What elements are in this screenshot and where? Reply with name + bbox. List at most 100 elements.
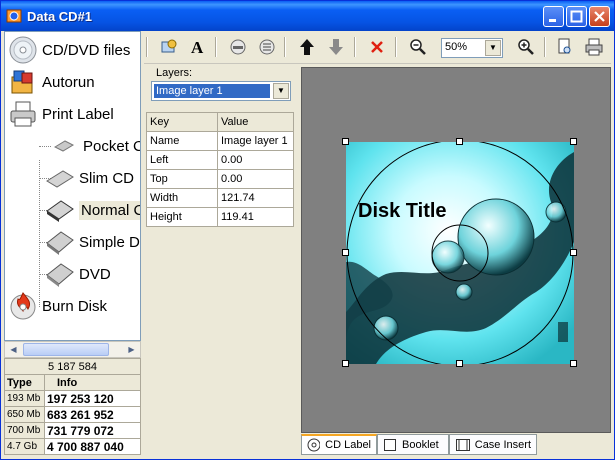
nav-item-dvd[interactable]: DVD	[45, 261, 111, 287]
move-up-button[interactable]	[295, 35, 319, 59]
nav-label: DVD	[79, 265, 111, 283]
tab-label: CD Label	[325, 439, 371, 451]
size-type: 4.7 Gb	[4, 438, 45, 455]
prop-value[interactable]: 119.41	[217, 207, 294, 227]
disk-title-text[interactable]: Disk Title	[358, 200, 447, 223]
disc-properties-button[interactable]	[255, 35, 279, 59]
table-row: 650 Mb 683 261 952	[4, 406, 141, 423]
table-row[interactable]: Width 121.74	[146, 188, 294, 208]
nav-item-pocket-case[interactable]: Pocket C	[49, 133, 141, 159]
nav-label: Pocket C	[83, 137, 141, 155]
layer-properties-grid: Key Value Name Image layer 1 Left 0.00 T…	[146, 112, 294, 227]
arrow-up-icon	[300, 39, 314, 55]
nav-label: Burn Disk	[42, 297, 108, 315]
add-image-button[interactable]	[157, 35, 181, 59]
resize-handle[interactable]	[342, 249, 349, 256]
resize-handle[interactable]	[342, 360, 349, 367]
props-header-key: Key	[146, 112, 218, 132]
tab-label: Case Insert	[474, 438, 531, 451]
resize-handle[interactable]	[456, 360, 463, 367]
scroll-left-icon[interactable]: ◀	[6, 342, 21, 357]
resize-handle[interactable]	[456, 138, 463, 145]
prop-value[interactable]: 121.74	[217, 188, 294, 208]
close-button[interactable]	[589, 6, 610, 27]
resize-handle[interactable]	[570, 249, 577, 256]
add-image-icon	[161, 39, 177, 53]
nav-label: CD/DVD files	[42, 41, 131, 59]
printer-icon	[10, 101, 36, 127]
burn-disc-icon	[10, 292, 36, 320]
disc-list-icon	[259, 39, 275, 55]
nav-label: Autorun	[42, 73, 95, 91]
delete-button[interactable]	[365, 35, 389, 59]
scrollbar-thumb[interactable]	[23, 343, 109, 356]
maximize-icon	[570, 10, 583, 23]
title-bar[interactable]: Data CD#1	[1, 1, 614, 31]
nav-item-normal-case[interactable]: Normal C	[45, 197, 140, 223]
nav-item-slim-cd[interactable]: Slim CD	[45, 165, 134, 191]
table-row: 4.7 Gb 4 700 887 040	[4, 438, 141, 455]
client-area: CD/DVD files Autorun Print Label Pocket …	[4, 31, 611, 457]
table-row[interactable]: Left 0.00	[146, 150, 294, 170]
prop-value[interactable]: 0.00	[217, 169, 294, 189]
chevron-down-icon[interactable]: ▼	[273, 83, 289, 99]
slim-case-icon	[46, 170, 74, 188]
toolbar-separator	[544, 37, 546, 57]
chevron-down-icon[interactable]: ▼	[485, 40, 501, 56]
resize-handle[interactable]	[570, 138, 577, 145]
svg-text:A: A	[191, 38, 204, 57]
table-row[interactable]: Top 0.00	[146, 169, 294, 189]
size-header-info: Info	[44, 374, 141, 391]
nav-item-print-label[interactable]: Print Label	[8, 99, 114, 129]
toolbar-separator	[215, 37, 217, 57]
table-row: 700 Mb 731 779 072	[4, 422, 141, 439]
label-canvas[interactable]: Disk Title	[301, 67, 611, 433]
tab-cd-label[interactable]: CD Label	[301, 434, 377, 455]
table-row[interactable]: Height 119.41	[146, 207, 294, 227]
nav-label: Normal C	[79, 200, 140, 220]
cd-label-page[interactable]: Disk Title	[342, 138, 577, 367]
prop-value[interactable]: 0.00	[217, 150, 294, 170]
scroll-right-icon[interactable]: ▶	[124, 342, 139, 357]
nav-item-simple-dvd[interactable]: Simple D	[45, 229, 140, 255]
maximize-button[interactable]	[566, 6, 587, 27]
tab-case-insert[interactable]: Case Insert	[449, 434, 537, 455]
zoom-level-select[interactable]: 50% ▼	[441, 38, 503, 58]
nav-horizontal-scrollbar[interactable]: ◀ ▶	[4, 341, 141, 358]
add-text-button[interactable]: A	[186, 35, 210, 59]
zoom-in-button[interactable]	[514, 35, 538, 59]
props-header-value: Value	[217, 112, 294, 132]
resize-handle[interactable]	[570, 360, 577, 367]
size-type: 193 Mb	[4, 390, 45, 407]
nav-label: Simple D	[79, 233, 140, 251]
zoom-out-button[interactable]	[406, 35, 430, 59]
label-image-layer[interactable]	[346, 142, 574, 364]
disc-layer-button[interactable]	[226, 35, 250, 59]
toolbar-separator	[146, 37, 148, 57]
nav-item-autorun[interactable]: Autorun	[8, 67, 95, 97]
print-preview-button[interactable]	[553, 35, 577, 59]
move-down-button[interactable]	[324, 35, 348, 59]
toolbar-separator	[395, 37, 397, 57]
total-size: 5 187 584	[4, 358, 141, 375]
app-icon	[6, 9, 22, 23]
nav-item-cd-dvd-files[interactable]: CD/DVD files	[8, 35, 130, 65]
size-info: 731 779 072	[44, 422, 141, 439]
layers-dropdown[interactable]: Image layer 1 ▼	[151, 81, 291, 101]
layers-selected-value: Image layer 1	[154, 84, 270, 98]
prop-key: Name	[146, 131, 218, 151]
size-info: 197 253 120	[44, 390, 141, 407]
arrow-down-icon	[329, 39, 343, 55]
prop-value[interactable]: Image layer 1	[217, 131, 294, 151]
tab-booklet[interactable]: Booklet	[377, 434, 449, 455]
print-button[interactable]	[582, 35, 606, 59]
zoom-level-value: 50%	[445, 41, 468, 53]
table-row[interactable]: Name Image layer 1	[146, 131, 294, 151]
minimize-button[interactable]	[543, 6, 564, 27]
booklet-icon	[384, 438, 396, 451]
print-preview-icon	[558, 38, 571, 54]
resize-handle[interactable]	[342, 138, 349, 145]
app-window: Data CD#1 CD/DVD files Autorun Print Lab…	[0, 0, 615, 460]
layers-label: Layers:	[156, 67, 193, 79]
nav-item-burn-disk[interactable]: Burn Disk	[8, 291, 107, 321]
